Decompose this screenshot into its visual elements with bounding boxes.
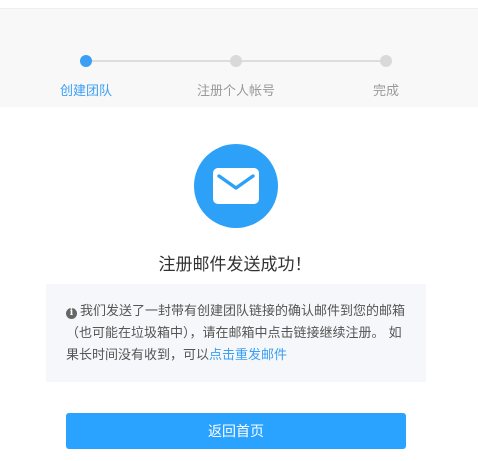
step-connector-1 [92,60,230,62]
step-label-complete: 完成 [372,84,399,99]
step-label-register-account: 注册个人帐号 [196,84,275,99]
envelope-icon [194,144,278,228]
step-dot-complete [380,55,392,67]
info-icon: i [66,308,77,319]
step-connector-2 [242,60,380,62]
resend-email-link[interactable]: 点击重发邮件 [209,348,287,363]
step-dot-create-team [80,55,92,67]
success-title: 注册邮件发送成功！ [158,255,312,275]
progress-steps: 创建团队 注册个人帐号 完成 [0,9,478,107]
back-to-home-button[interactable]: 返回首页 [66,413,406,449]
step-label-create-team: 创建团队 [59,84,112,99]
notice-box: i 我们发送了一封带有创建团队链接的确认邮件到您的邮箱（也可能在垃圾箱中），请在邮… [46,284,426,382]
top-divider [0,0,478,9]
step-dot-register-account [230,55,242,67]
